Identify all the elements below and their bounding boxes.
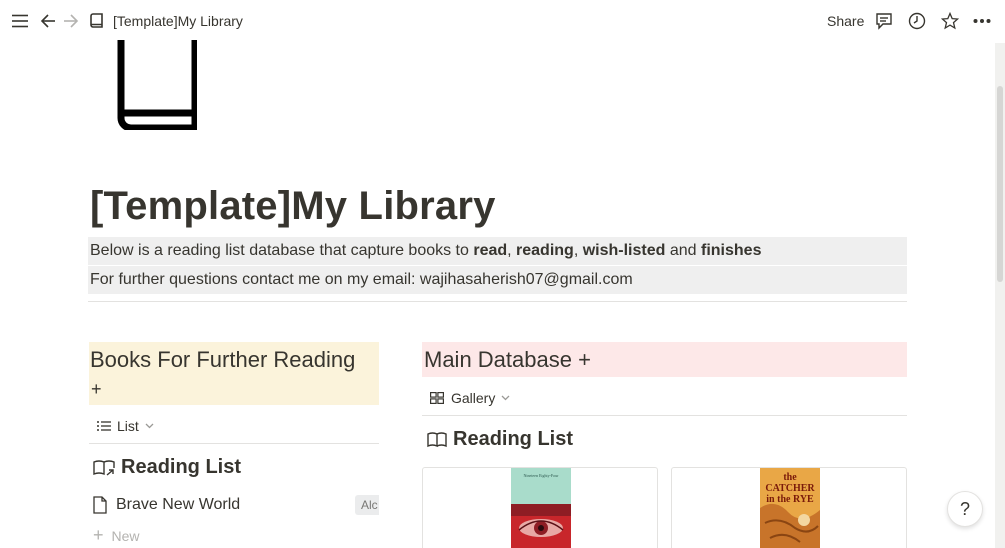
author-tag: Alc (355, 495, 379, 515)
book-title: Brave New World (116, 496, 241, 513)
book-icon (87, 11, 107, 31)
open-book-icon (427, 431, 447, 448)
gallery-view-switcher[interactable]: Gallery (430, 390, 510, 406)
cover-title-text: the CATCHER in the RYE (765, 472, 815, 505)
status-word-wish-listed: wish-listed (582, 242, 666, 259)
book-cover-image: the CATCHER in the RYE (760, 468, 820, 548)
further-reading-title: Books For Further Reading (90, 347, 356, 372)
book-cover-image: Nineteen Eighty-Four (511, 468, 571, 548)
share-button[interactable]: Share (827, 13, 864, 29)
view-label: List (117, 418, 139, 434)
new-item-button[interactable]: + New (93, 525, 140, 546)
description-line[interactable]: Below is a reading list database that ca… (88, 237, 907, 265)
divider (422, 415, 907, 416)
comment-icon[interactable] (874, 11, 894, 31)
book-icon[interactable] (117, 40, 199, 135)
reading-list-title[interactable]: Reading List (427, 428, 573, 451)
more-icon[interactable] (972, 11, 992, 31)
page-title[interactable]: [Template]My Library (90, 184, 496, 229)
contact-line[interactable]: For further questions contact me on my e… (88, 266, 907, 294)
section-title-text: Reading List (453, 428, 574, 450)
status-word-read: read (473, 242, 508, 259)
add-plus-text: + (91, 379, 102, 399)
clock-icon[interactable] (907, 11, 927, 31)
reading-list-title[interactable]: Reading List (93, 456, 241, 479)
main-database-title: Main Database + (424, 347, 591, 372)
plus-icon: + (93, 525, 104, 545)
main-database-header[interactable]: Main Database + (422, 342, 907, 377)
status-word-reading: reading (516, 242, 574, 259)
document-icon (93, 496, 107, 514)
breadcrumb-page-title[interactable]: [Template]My Library (113, 13, 243, 29)
menu-icon[interactable] (10, 11, 30, 31)
list-item[interactable]: Brave New World Alc (93, 493, 379, 517)
chevron-down-icon (501, 392, 510, 404)
separator-text: , (507, 242, 517, 259)
help-button[interactable]: ? (947, 491, 983, 527)
description-text: Below is a reading list database that ca… (90, 242, 474, 259)
further-reading-header[interactable]: Books For Further Reading + (89, 342, 379, 405)
open-book-arrow-icon (93, 459, 115, 477)
top-bar: [Template]My Library Share (0, 0, 1005, 43)
divider (88, 301, 907, 302)
gallery-card[interactable]: Nineteen Eighty-Four (422, 467, 658, 548)
star-icon[interactable] (940, 11, 960, 31)
section-title-text: Reading List (121, 456, 242, 478)
arrow-right-icon[interactable] (61, 11, 81, 31)
cover-title-text: Nineteen Eighty-Four (523, 473, 559, 478)
separator-text: , (573, 242, 583, 259)
arrow-left-icon[interactable] (38, 11, 58, 31)
divider (89, 443, 379, 444)
new-label: New (111, 527, 140, 544)
separator-text: and (665, 242, 701, 259)
status-word-finishes: finishes (701, 242, 762, 259)
gallery-icon (430, 392, 444, 404)
gallery-card[interactable]: the CATCHER in the RYE (671, 467, 907, 548)
view-label: Gallery (451, 390, 496, 406)
list-icon (97, 420, 111, 432)
scrollbar-thumb[interactable] (997, 86, 1003, 282)
list-view-switcher[interactable]: List (97, 418, 154, 434)
chevron-down-icon (145, 420, 154, 432)
